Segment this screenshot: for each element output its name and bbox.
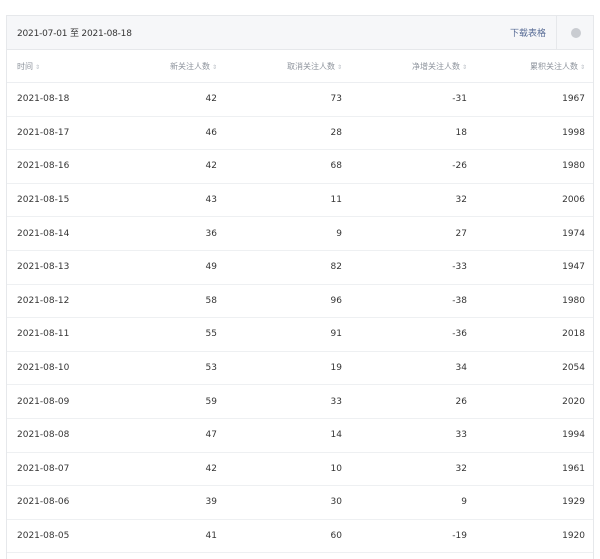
table-row: 2021-08-05 41 60 -19 1920: [7, 520, 593, 554]
table-row: 2021-08-11 55 91 -36 2018: [7, 318, 593, 352]
table-row: 2021-08-09 59 33 26 2020: [7, 385, 593, 419]
table-row: 2021-08-06 39 30 9 1929: [7, 486, 593, 520]
table-row: 2021-08-10 53 19 34 2054: [7, 352, 593, 386]
download-table-link[interactable]: 下载表格: [510, 26, 556, 39]
table-row: 2021-08-14 36 9 27 1974: [7, 217, 593, 251]
table-row: 2021-08-07 42 10 32 1961: [7, 453, 593, 487]
col-header-cumulative[interactable]: 累积关注人数 ⇕: [467, 61, 585, 72]
table-body: 2021-08-18 42 73 -31 1967 2021-08-17 46 28 18 19…: [7, 83, 593, 554]
table-row: 2021-08-13 49 82 -33 1947: [7, 251, 593, 285]
data-table-panel: 2021-07-01 至 2021-08-18 下载表格 时间 ⇕ 新关注人数 ⇕ …: [6, 15, 594, 559]
col-header-new-followers[interactable]: 新关注人数 ⇕: [157, 61, 217, 72]
date-range-label: 2021-07-01 至 2021-08-18: [17, 29, 132, 39]
help-icon[interactable]: [571, 27, 581, 38]
table-row: 2021-08-17 46 28 18 1998: [7, 117, 593, 151]
table-row: 2021-08-15 43 11 32 2006: [7, 184, 593, 218]
table-toolbar: 2021-07-01 至 2021-08-18 下载表格: [7, 16, 593, 50]
sort-icon: ⇕: [579, 63, 585, 71]
table-row: 2021-08-16 42 68 -26 1980: [7, 150, 593, 184]
table-row: 2021-08-08 47 14 33 1994: [7, 419, 593, 453]
table-row: 2021-08-18 42 73 -31 1967: [7, 83, 593, 117]
table-row: 2021-08-12 58 96 -38 1980: [7, 285, 593, 319]
col-header-date[interactable]: 时间 ⇕: [7, 61, 157, 72]
col-header-net-growth[interactable]: 净增关注人数 ⇕: [342, 61, 467, 72]
col-header-unfollows[interactable]: 取消关注人数 ⇕: [217, 61, 342, 72]
toolbar-actions: 下载表格: [510, 16, 585, 50]
toolbar-divider: [556, 16, 557, 50]
table-header: 时间 ⇕ 新关注人数 ⇕ 取消关注人数 ⇕ 净增关注人数 ⇕ 累积关注人数 ⇕: [7, 50, 593, 83]
sort-icon: ⇕: [35, 63, 41, 71]
